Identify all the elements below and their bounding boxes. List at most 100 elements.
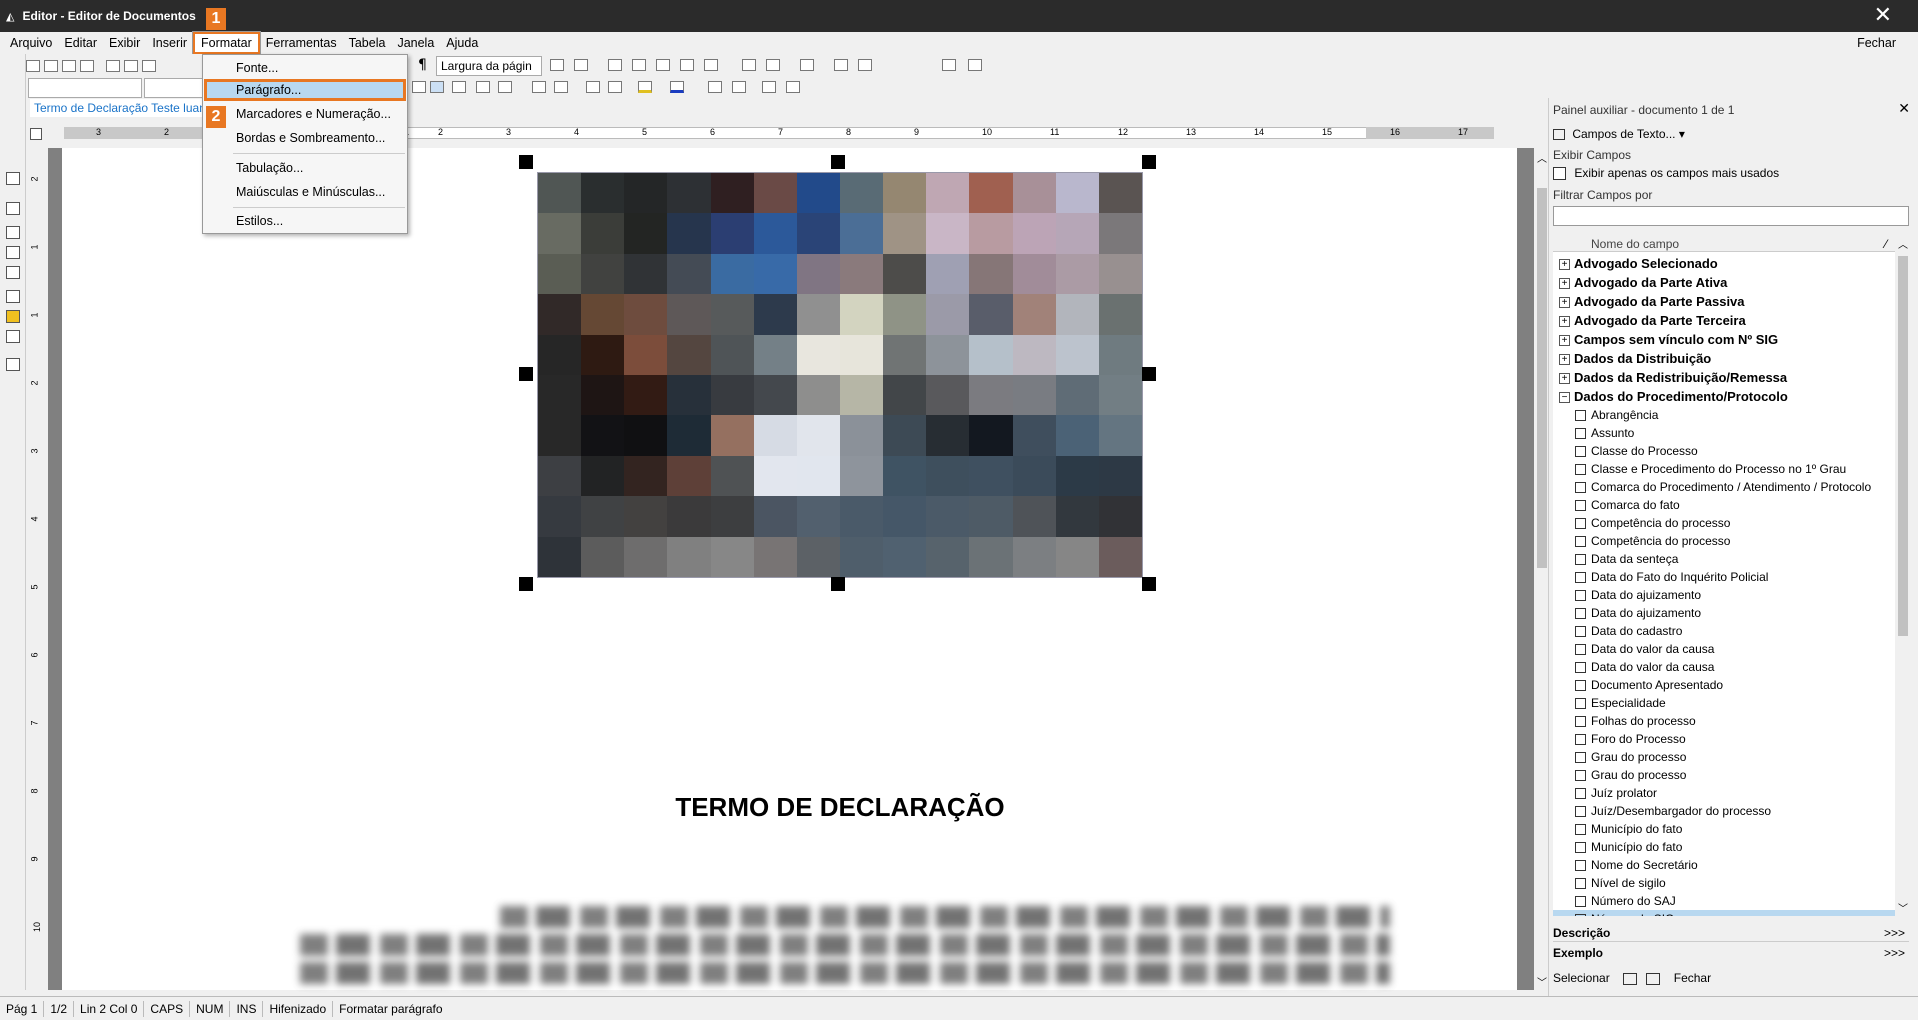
- merge-cells-icon[interactable]: [742, 59, 756, 71]
- field-item[interactable]: Juíz prolator: [1553, 784, 1895, 802]
- expand-icon[interactable]: +: [1559, 335, 1570, 347]
- field-item[interactable]: Juíz/Desembargador do processo: [1553, 802, 1895, 820]
- field-item[interactable]: Abrangência: [1553, 406, 1895, 424]
- list-header[interactable]: Nome do campo ⁄: [1553, 236, 1895, 252]
- print-icon[interactable]: [106, 60, 120, 72]
- field-item[interactable]: Data da senteça: [1553, 550, 1895, 568]
- lowercase-icon[interactable]: [732, 81, 746, 93]
- field-item[interactable]: Número do SIG: [1553, 910, 1895, 916]
- field-item[interactable]: Competência do processo: [1553, 514, 1895, 532]
- menu-item-bordas[interactable]: Bordas e Sombreamento...: [236, 127, 385, 149]
- menu-inserir[interactable]: Inserir: [146, 32, 193, 54]
- exemplo-section[interactable]: Exemplo >>>: [1553, 944, 1909, 962]
- font-case-icon[interactable]: [786, 81, 800, 93]
- table-grid-icon[interactable]: [942, 59, 956, 71]
- resize-handle-s[interactable]: [831, 577, 845, 591]
- col-nome-campo[interactable]: Nome do campo: [1591, 237, 1679, 251]
- field-item[interactable]: Data do valor da causa: [1553, 658, 1895, 676]
- scroll-up-icon[interactable]: ︿: [1898, 236, 1908, 251]
- field-item[interactable]: Data do cadastro: [1553, 622, 1895, 640]
- field-group[interactable]: + Advogado Selecionado: [1553, 254, 1895, 273]
- numbering-icon[interactable]: [554, 81, 568, 93]
- field-item[interactable]: Classe e Procedimento do Processo no 1º …: [1553, 460, 1895, 478]
- checkbox[interactable]: [1553, 167, 1566, 181]
- field-item[interactable]: Especialidade: [1553, 694, 1895, 712]
- expand-icon[interactable]: +: [1559, 354, 1570, 366]
- menu-arquivo[interactable]: Arquivo: [4, 32, 58, 54]
- table-insert-icon[interactable]: [632, 59, 646, 71]
- expand-icon[interactable]: +: [1559, 297, 1570, 309]
- scroll-down-icon[interactable]: ﹀: [1898, 900, 1908, 915]
- menu-exibir[interactable]: Exibir: [103, 32, 146, 54]
- format-field-icon[interactable]: [6, 226, 20, 239]
- indent-icon[interactable]: [608, 81, 622, 93]
- exibir-apenas-row[interactable]: Exibir apenas os campos mais usados: [1553, 164, 1779, 182]
- resize-handle-e[interactable]: [1142, 367, 1156, 381]
- insert-field-icon[interactable]: [6, 202, 20, 215]
- zoom-in-icon[interactable]: [574, 59, 588, 71]
- field-item[interactable]: Grau do processo: [1553, 748, 1895, 766]
- change-case-icon[interactable]: [762, 81, 776, 93]
- scrollbar-thumb[interactable]: [1898, 256, 1908, 636]
- resize-handle-n[interactable]: [831, 155, 845, 169]
- field-item[interactable]: Município do fato: [1553, 838, 1895, 856]
- highlight-icon[interactable]: [638, 81, 652, 93]
- align-cell-icon[interactable]: [800, 59, 814, 71]
- align-justify-icon[interactable]: [476, 81, 490, 93]
- uppercase-icon[interactable]: [708, 81, 722, 93]
- menu-fechar[interactable]: Fechar: [1857, 32, 1896, 54]
- field-item[interactable]: Município do fato: [1553, 820, 1895, 838]
- expand-icon[interactable]: +: [1559, 259, 1570, 271]
- menu-formatar[interactable]: Formatar: [192, 31, 261, 55]
- zoom-out-icon[interactable]: [550, 59, 564, 71]
- field-group[interactable]: + Dados da Distribuição: [1553, 349, 1895, 368]
- expand-icon[interactable]: +: [1559, 278, 1570, 290]
- campos-texto-button[interactable]: Campos de Texto... ▾: [1553, 124, 1685, 144]
- field-item[interactable]: Assunto: [1553, 424, 1895, 442]
- table-border-icon[interactable]: [968, 59, 982, 71]
- field-item[interactable]: Data do Fato do Inquérito Policial: [1553, 568, 1895, 586]
- edit-field-icon[interactable]: [1646, 972, 1661, 985]
- frame-icon[interactable]: [680, 59, 694, 71]
- tab-stop-icon[interactable]: [30, 128, 42, 140]
- filter-input[interactable]: [1553, 206, 1909, 226]
- menu-ferramentas[interactable]: Ferramentas: [260, 32, 343, 54]
- font-color-icon[interactable]: [670, 81, 684, 93]
- menu-item-fonte[interactable]: Fonte...: [236, 57, 278, 79]
- field-item[interactable]: Data do ajuizamento: [1553, 604, 1895, 622]
- zoom-select[interactable]: Largura da págin: [436, 56, 542, 76]
- outdent-icon[interactable]: [586, 81, 600, 93]
- list-scrollbar[interactable]: ︿ ﹀: [1895, 236, 1911, 916]
- panel-close-button[interactable]: ✕: [1898, 100, 1910, 117]
- insert-field-icon[interactable]: [1623, 972, 1638, 985]
- field-group[interactable]: + Advogado da Parte Terceira: [1553, 311, 1895, 330]
- expand-descricao-icon[interactable]: >>>: [1884, 924, 1905, 942]
- field-group[interactable]: + Dados da Redistribuição/Remessa: [1553, 368, 1895, 387]
- menu-janela[interactable]: Janela: [391, 32, 440, 54]
- align-right-icon[interactable]: [452, 81, 466, 93]
- resize-handle-se[interactable]: [1142, 577, 1156, 591]
- sort-icon[interactable]: ⁄: [1885, 237, 1887, 251]
- resize-handle-sw[interactable]: [519, 577, 533, 591]
- window-close-button[interactable]: ✕: [1874, 3, 1892, 28]
- split-cells-icon[interactable]: [766, 59, 780, 71]
- line-spacing-icon[interactable]: [498, 81, 512, 93]
- field-item[interactable]: Grau do processo: [1553, 766, 1895, 784]
- menu-ajuda[interactable]: Ajuda: [440, 32, 484, 54]
- expand-exemplo-icon[interactable]: >>>: [1884, 944, 1905, 962]
- menu-item-estilos[interactable]: Estilos...: [236, 210, 283, 232]
- descricao-section[interactable]: Descrição >>>: [1553, 924, 1909, 942]
- field-group[interactable]: + Advogado da Parte Ativa: [1553, 273, 1895, 292]
- field-list[interactable]: + Advogado Selecionado + Advogado da Parte …: [1553, 236, 1895, 916]
- align-left-icon[interactable]: [412, 81, 426, 93]
- expand-icon[interactable]: +: [1559, 316, 1570, 328]
- field-group[interactable]: + Advogado da Parte Passiva: [1553, 292, 1895, 311]
- resize-handle-w[interactable]: [519, 367, 533, 381]
- field-item[interactable]: Nome do Secretário: [1553, 856, 1895, 874]
- scroll-down-icon[interactable]: ﹀: [1537, 974, 1547, 989]
- field-props-icon[interactable]: [6, 246, 20, 259]
- selected-image[interactable]: [537, 172, 1143, 578]
- open-icon[interactable]: [44, 60, 58, 72]
- save-icon[interactable]: [80, 60, 94, 72]
- bullets-icon[interactable]: [532, 81, 546, 93]
